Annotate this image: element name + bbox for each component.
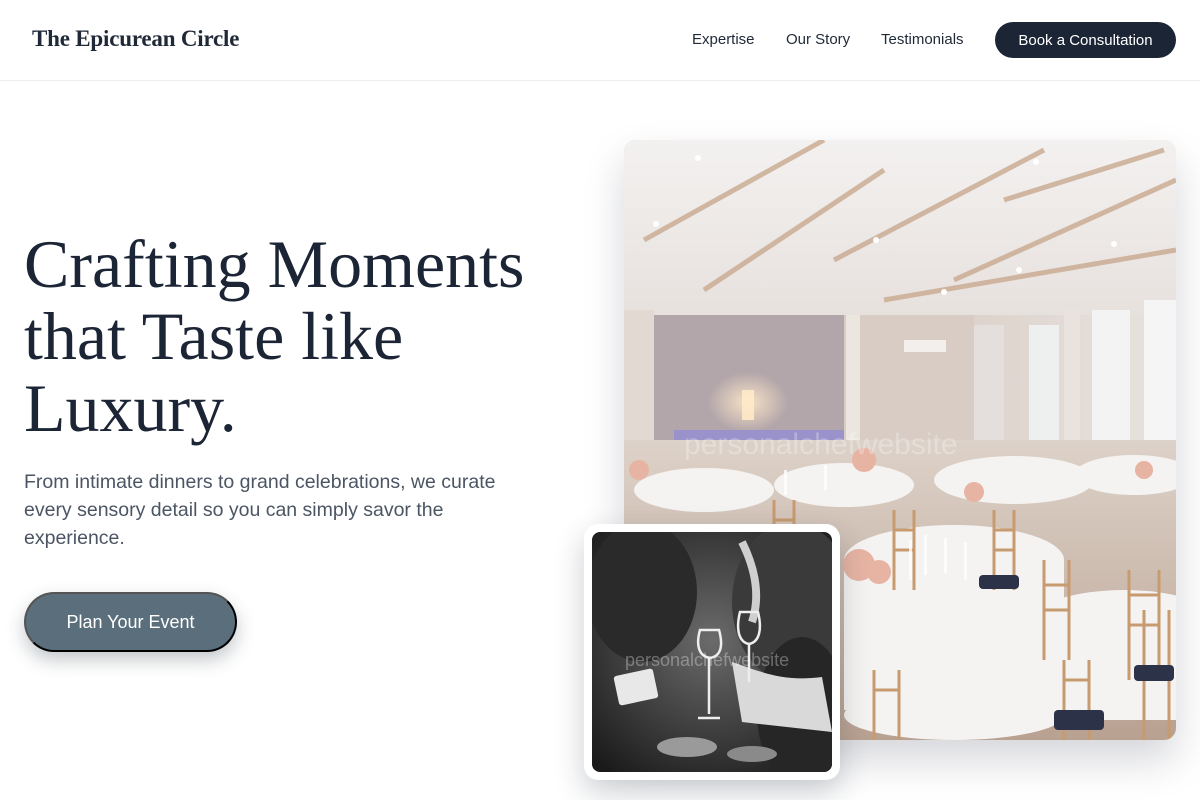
toast-photo-image: personalchefwebsite	[592, 532, 832, 772]
site-header: The Epicurean Circle Expertise Our Story…	[0, 0, 1200, 81]
inset-image-card: personalchefwebsite	[584, 524, 840, 780]
nav-link-our-story[interactable]: Our Story	[786, 31, 850, 48]
plan-event-button[interactable]: Plan Your Event	[24, 592, 237, 652]
book-consultation-button[interactable]: Book a Consultation	[995, 22, 1176, 58]
nav-link-testimonials[interactable]: Testimonials	[881, 31, 964, 48]
main-image-watermark: personalchefwebsite	[684, 428, 958, 461]
hero-subtitle: From intimate dinners to grand celebrati…	[24, 471, 496, 549]
site-logo[interactable]: The Epicurean Circle	[32, 26, 239, 52]
nav-link-expertise[interactable]: Expertise	[692, 31, 755, 48]
inset-image-watermark: personalchefwebsite	[625, 650, 790, 670]
hero-title: Crafting Moments that Taste like Luxury.	[24, 226, 525, 446]
